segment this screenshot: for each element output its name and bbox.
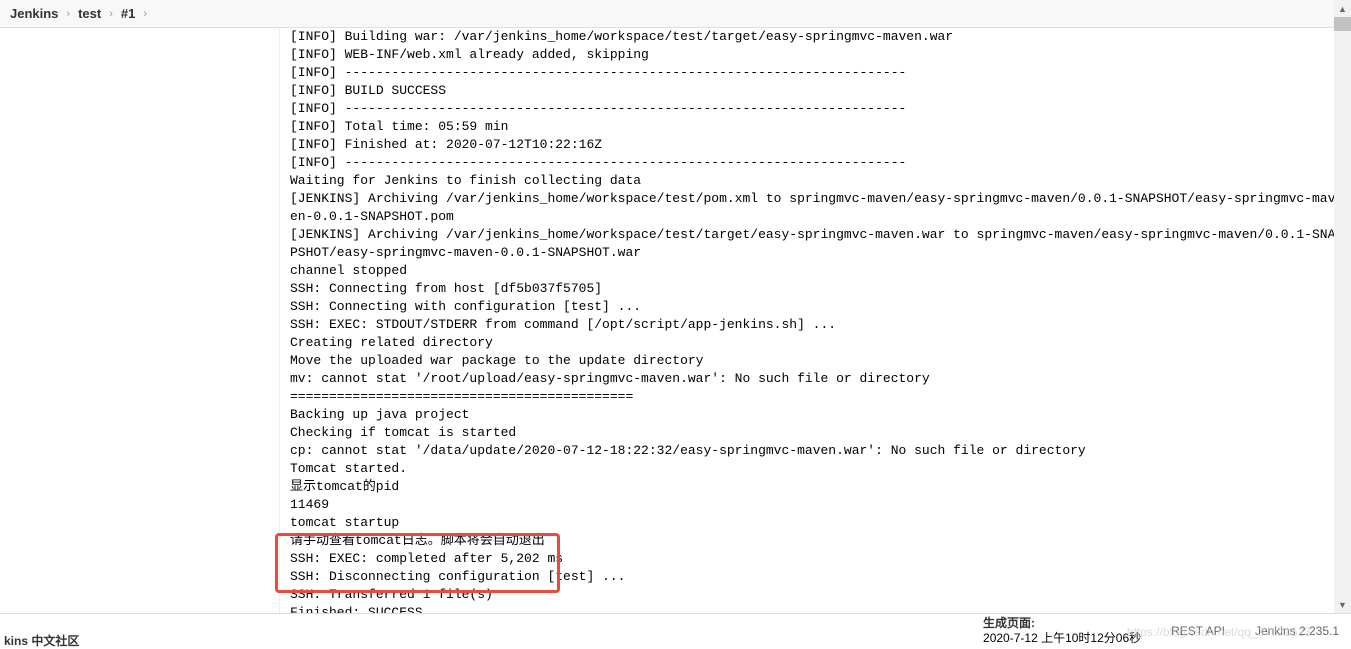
- vertical-scrollbar[interactable]: ▲ ▼: [1334, 0, 1351, 613]
- scrollbar-thumb[interactable]: [1334, 17, 1351, 31]
- rest-api-link[interactable]: REST API: [1171, 624, 1225, 638]
- footer: 生成页面: 2020-7-12 上午10时12分06秒 REST API Jen…: [0, 613, 1351, 647]
- breadcrumb-build[interactable]: #1: [121, 6, 135, 21]
- console-output-panel: [INFO] Building war: /var/jenkins_home/w…: [280, 28, 1351, 613]
- chevron-right-icon: ›: [143, 8, 147, 20]
- sidebar: [0, 28, 280, 613]
- console-output: [INFO] Building war: /var/jenkins_home/w…: [290, 28, 1341, 613]
- page-generated-label: 生成页面:: [983, 616, 1035, 630]
- breadcrumb-jenkins[interactable]: Jenkins: [10, 6, 58, 21]
- main-area: [INFO] Building war: /var/jenkins_home/w…: [0, 28, 1351, 613]
- page-generated-time: 2020-7-12 上午10时12分06秒: [983, 631, 1141, 645]
- chevron-right-icon: ›: [66, 8, 70, 20]
- chevron-right-icon: ›: [109, 8, 113, 20]
- community-link-partial: kins 中文社区: [4, 632, 79, 649]
- page-generated: 生成页面: 2020-7-12 上午10时12分06秒: [983, 616, 1141, 645]
- jenkins-version: Jenkins 2.235.1: [1255, 624, 1339, 638]
- scroll-down-icon[interactable]: ▼: [1334, 596, 1351, 613]
- breadcrumb: Jenkins › test › #1 ›: [0, 0, 1351, 28]
- scroll-up-icon[interactable]: ▲: [1334, 0, 1351, 17]
- breadcrumb-job[interactable]: test: [78, 6, 101, 21]
